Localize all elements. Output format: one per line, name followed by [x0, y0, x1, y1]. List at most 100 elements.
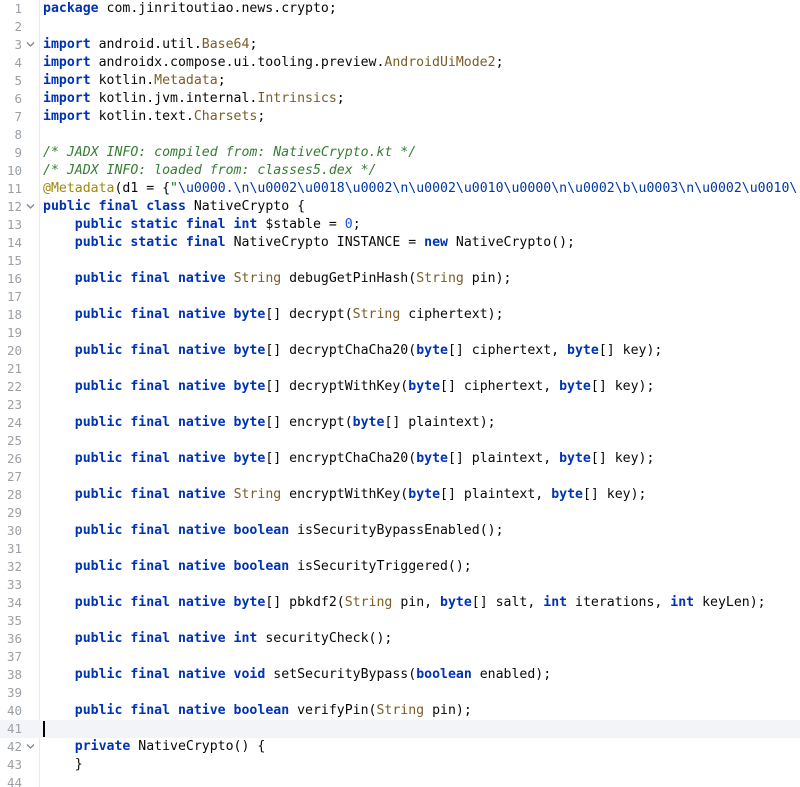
code-line[interactable]: 26 public final native byte[] encryptCha…	[0, 450, 800, 468]
code-line[interactable]: 36 public final native int securityCheck…	[0, 630, 800, 648]
code-line[interactable]: 4 import androidx.compose.ui.tooling.prev…	[0, 54, 800, 72]
code-line[interactable]: 11 @Metadata(d1 = {"\u0000.\n\u0002\u0018…	[0, 180, 800, 198]
line-number: 29	[6, 505, 22, 520]
code-line[interactable]: 39	[0, 684, 800, 702]
code-line[interactable]: 15	[0, 252, 800, 270]
code-token: int	[543, 595, 568, 610]
code-line[interactable]: 17	[0, 288, 800, 306]
line-number: 27	[6, 469, 22, 484]
code-line[interactable]: 28 public final native String encryptWit…	[0, 486, 800, 504]
code-line[interactable]: 19	[0, 324, 800, 342]
code-line[interactable]: 22 public final native byte[] decryptWit…	[0, 378, 800, 396]
code-token: pin);	[463, 271, 512, 286]
line-number: 6	[14, 91, 22, 106]
line-number: 26	[6, 451, 22, 466]
code-token: String	[233, 487, 282, 502]
code-editor[interactable]: 1 package com.jinritoutiao.news.crypto; 2 3…	[0, 0, 800, 787]
code-line[interactable]: 21	[0, 360, 800, 378]
code-token: ;	[249, 37, 258, 52]
code-token: NativeCrypto INSTANCE =	[225, 235, 425, 250]
code-line[interactable]: 16 public final native String debugGetPi…	[0, 270, 800, 288]
code-line[interactable]: 37	[0, 648, 800, 666]
code-line[interactable]: 24 public final native byte[] encrypt(by…	[0, 414, 800, 432]
code-area[interactable]: 1 package com.jinritoutiao.news.crypto; 2 3…	[0, 0, 800, 787]
code-token: [] decryptWithKey(	[265, 379, 409, 394]
code-token: debugGetPinHash(	[281, 271, 417, 286]
code-text: /* JADX INFO: loaded from: classes5.dex …	[43, 162, 376, 180]
code-line[interactable]: 8	[0, 126, 800, 144]
code-line[interactable]: 43 }	[0, 756, 800, 774]
code-line[interactable]: 12 public final class NativeCrypto {	[0, 198, 800, 216]
code-token: byte	[408, 379, 441, 394]
code-line[interactable]: 3 import android.util.Base64;	[0, 36, 800, 54]
code-line[interactable]: 30 public final native boolean isSecurit…	[0, 522, 800, 540]
code-line[interactable]: 14 public static final NativeCrypto INST…	[0, 234, 800, 252]
code-line[interactable]: 38 public final native void setSecurityB…	[0, 666, 800, 684]
code-line[interactable]: 35	[0, 612, 800, 630]
code-token: setSecurityBypass(	[265, 667, 417, 682]
code-line[interactable]: 29	[0, 504, 800, 522]
code-token: \u0002\b\u0003	[567, 181, 679, 196]
code-line[interactable]: 18 public final native byte[] decrypt(St…	[0, 306, 800, 324]
line-number: 32	[6, 559, 22, 574]
code-token: byte	[416, 343, 448, 358]
code-token: public final native boolean	[74, 703, 290, 718]
code-text: public final native byte[] encrypt(byte[…	[43, 414, 496, 432]
code-line[interactable]: 42 private NativeCrypto() {	[0, 738, 800, 756]
code-line[interactable]: 7 import kotlin.text.Charsets;	[0, 108, 800, 126]
code-line[interactable]: 25	[0, 432, 800, 450]
line-number: 23	[6, 397, 22, 412]
code-token: ;	[352, 217, 361, 232]
code-token: public final native byte	[74, 307, 266, 322]
line-number: 20	[6, 343, 22, 358]
line-number: 15	[6, 253, 22, 268]
code-text: public final native byte[] pbkdf2(String…	[43, 594, 766, 612]
code-token: \u0002\u0018\u0002	[249, 181, 393, 196]
code-token: boolean	[416, 667, 472, 682]
code-line[interactable]: 9 /* JADX INFO: compiled from: NativeCryp…	[0, 144, 800, 162]
code-token: [] ciphertext,	[447, 343, 568, 358]
code-token: public final native byte	[74, 451, 266, 466]
code-token: [] salt,	[471, 595, 544, 610]
code-line[interactable]: 33	[0, 576, 800, 594]
code-line[interactable]: 44	[0, 774, 800, 787]
code-line[interactable]: 10 /* JADX INFO: loaded from: classes5.de…	[0, 162, 800, 180]
code-line[interactable]: 34 public final native byte[] pbkdf2(Str…	[0, 594, 800, 612]
line-number: 37	[6, 649, 22, 664]
code-token: \n	[233, 181, 250, 196]
code-line[interactable]: 32 public final native boolean isSecurit…	[0, 558, 800, 576]
code-text: import android.util.Base64;	[43, 36, 257, 54]
code-line[interactable]: 6 import kotlin.jvm.internal.Intrinsics;	[0, 90, 800, 108]
code-line[interactable]: 23	[0, 396, 800, 414]
code-line[interactable]: 31	[0, 540, 800, 558]
code-token: pin,	[392, 595, 441, 610]
code-line[interactable]: 27	[0, 468, 800, 486]
code-line[interactable]: 40 public final native boolean verifyPin…	[0, 702, 800, 720]
fold-toggle-icon[interactable]	[24, 738, 36, 756]
fold-toggle-icon[interactable]	[24, 36, 36, 54]
code-line[interactable]: 41	[0, 720, 800, 738]
code-text: public static final NativeCrypto INSTANC…	[43, 234, 575, 252]
code-token: \u0002\u0010\	[694, 181, 798, 196]
line-number: 17	[6, 289, 22, 304]
code-token: [] pbkdf2(	[265, 595, 345, 610]
code-line[interactable]: 5 import kotlin.Metadata;	[0, 72, 800, 90]
code-token: enabled);	[471, 667, 552, 682]
code-token: iterations,	[567, 595, 671, 610]
code-line[interactable]: 20 public final native byte[] decryptCha…	[0, 342, 800, 360]
code-token: kotlin.text.	[90, 109, 194, 124]
code-line[interactable]: 13 public static final int $stable = 0;	[0, 216, 800, 234]
fold-toggle-icon[interactable]	[24, 198, 36, 216]
line-number: 44	[6, 775, 22, 787]
code-line[interactable]: 1 package com.jinritoutiao.news.crypto;	[0, 0, 800, 18]
code-token: securityCheck();	[257, 631, 393, 646]
code-token: public final class	[43, 199, 186, 214]
code-token: String	[233, 271, 282, 286]
code-line[interactable]: 2	[0, 18, 800, 36]
code-token: byte	[440, 595, 472, 610]
